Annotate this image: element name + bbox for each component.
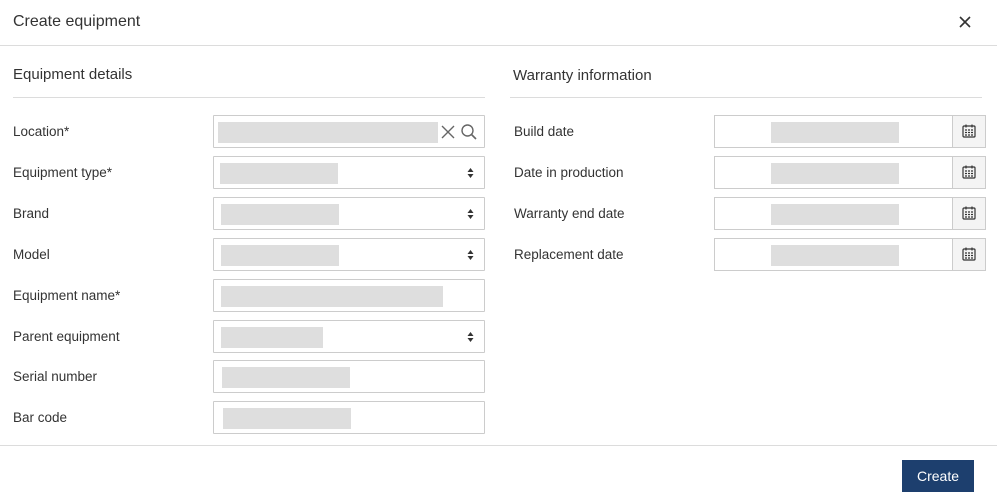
parent-equipment-label: Parent equipment <box>13 329 120 344</box>
warranty-information-title: Warranty information <box>513 67 652 84</box>
equipment-type-label: Equipment type* <box>13 165 113 180</box>
replacement-date-calendar-button[interactable] <box>952 239 985 270</box>
calendar-icon <box>962 247 976 261</box>
equipment-name-value <box>221 286 443 307</box>
calendar-icon <box>962 206 976 220</box>
parent-equipment-value <box>221 327 323 348</box>
date-in-production-value <box>771 163 899 184</box>
model-select[interactable] <box>213 238 485 271</box>
replacement-date-value <box>771 245 899 266</box>
date-in-production-calendar-button[interactable] <box>952 157 985 188</box>
calendar-icon <box>962 124 976 138</box>
equipment-name-label: Equipment name* <box>13 288 121 303</box>
serial-number-input[interactable] <box>213 360 485 393</box>
date-in-production-input[interactable] <box>714 156 986 189</box>
bar-code-value <box>223 408 351 429</box>
location-clear-button[interactable] <box>440 124 456 140</box>
footer-divider <box>0 445 997 446</box>
close-button[interactable] <box>953 10 977 34</box>
warranty-end-date-calendar-button[interactable] <box>952 198 985 229</box>
brand-select[interactable] <box>213 197 485 230</box>
warranty-end-date-label: Warranty end date <box>514 206 625 221</box>
equipment-type-value <box>220 163 338 184</box>
dialog-header: Create equipment <box>0 0 997 46</box>
bar-code-label: Bar code <box>13 410 68 425</box>
sort-arrows-icon <box>467 167 474 179</box>
close-icon <box>959 16 971 28</box>
sort-arrows-icon <box>467 331 474 343</box>
build-date-input[interactable] <box>714 115 986 148</box>
replacement-date-label: Replacement date <box>514 247 624 262</box>
build-date-label: Build date <box>514 124 575 139</box>
build-date-calendar-button[interactable] <box>952 116 985 147</box>
location-lookup[interactable] <box>213 115 485 148</box>
create-button[interactable]: Create <box>902 460 974 492</box>
brand-label: Brand <box>13 206 50 221</box>
warranty-information-divider <box>510 97 982 98</box>
date-in-production-label: Date in production <box>514 165 624 180</box>
calendar-icon <box>962 165 976 179</box>
model-value <box>221 245 339 266</box>
build-date-value <box>771 122 899 143</box>
location-search-button[interactable] <box>460 123 478 141</box>
location-label: Location* <box>13 124 70 139</box>
brand-value <box>221 204 339 225</box>
warranty-end-date-input[interactable] <box>714 197 986 230</box>
replacement-date-input[interactable] <box>714 238 986 271</box>
sort-arrows-icon <box>467 208 474 220</box>
equipment-details-title: Equipment details <box>13 66 133 83</box>
serial-number-label: Serial number <box>13 369 98 384</box>
model-label: Model <box>13 247 50 262</box>
equipment-details-divider <box>13 97 485 98</box>
serial-number-value <box>222 367 350 388</box>
location-value <box>218 122 438 143</box>
equipment-type-select[interactable] <box>213 156 485 189</box>
search-icon <box>461 124 477 140</box>
equipment-name-input[interactable] <box>213 279 485 312</box>
warranty-end-date-value <box>771 204 899 225</box>
bar-code-input[interactable] <box>213 401 485 434</box>
sort-arrows-icon <box>467 249 474 261</box>
clear-icon <box>441 125 455 139</box>
parent-equipment-select[interactable] <box>213 320 485 353</box>
dialog-title: Create equipment <box>13 13 141 30</box>
